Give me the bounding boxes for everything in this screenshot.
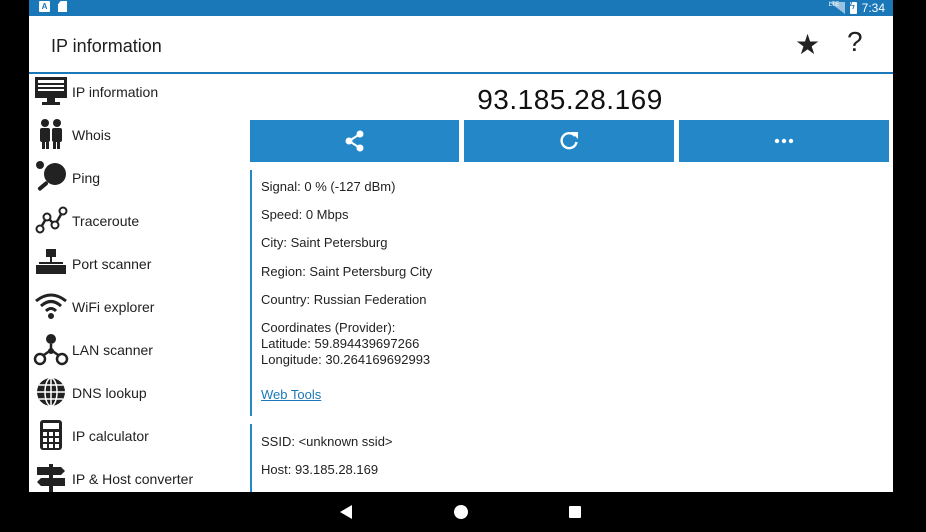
status-bar: A LTE 7:34 [29, 0, 893, 16]
host-text: Host: 93.185.28.169 [261, 462, 379, 477]
ip-info-panel: Signal: 0 % (-127 dBm) Speed: 0 Mbps Cit… [250, 170, 893, 416]
sidebar-item-dns-lookup[interactable]: DNS lookup [29, 375, 247, 418]
refresh-button[interactable] [464, 120, 674, 162]
back-icon[interactable] [340, 505, 352, 519]
coordinates-title: Coordinates (Provider): [261, 320, 396, 335]
sidebar-item-label: Ping [72, 170, 101, 186]
sidebar: IP information Whois Ping Traceroute Por… [29, 74, 247, 492]
network-tree-icon [36, 249, 66, 274]
signal-text: Signal: 0 % (-127 dBm) [261, 179, 396, 194]
monitor-icon [35, 77, 67, 105]
recent-apps-icon[interactable] [569, 506, 581, 518]
sidebar-item-label: Whois [72, 127, 111, 143]
sidebar-item-label: DNS lookup [72, 385, 147, 401]
country-text: Country: Russian Federation [261, 292, 427, 307]
sidebar-item-label: Port scanner [72, 256, 152, 272]
region-text: Region: Saint Petersburg City [261, 264, 433, 279]
more-button[interactable] [679, 120, 889, 162]
longitude-text: Longitude: 30.264169692993 [261, 352, 431, 367]
sidebar-item-label: WiFi explorer [72, 299, 155, 315]
network-info-panel: SSID: <unknown ssid> Host: 93.185.28.169 [250, 424, 893, 492]
share-icon [345, 130, 363, 152]
share-button[interactable] [250, 120, 459, 162]
star-icon[interactable]: ★ [795, 28, 820, 61]
latitude-text: Latitude: 59.894439697266 [261, 336, 420, 351]
battery-charging-icon [849, 1, 857, 14]
page-title: IP information [51, 36, 162, 56]
more-icon [774, 138, 794, 144]
app-notification-icon: A [39, 1, 50, 12]
globe-icon [37, 377, 65, 407]
sidebar-item-port-scanner[interactable]: Port scanner [29, 246, 247, 289]
sidebar-item-lan-scanner[interactable]: LAN scanner [29, 332, 247, 375]
city-text: City: Saint Petersburg [261, 235, 388, 250]
sidebar-item-whois[interactable]: Whois [29, 117, 247, 160]
web-tools-link[interactable]: Web Tools [261, 387, 321, 402]
sidebar-item-label: IP & Host converter [72, 471, 194, 487]
speed-text: Speed: 0 Mbps [261, 207, 349, 222]
ip-address: 93.185.28.169 [477, 84, 663, 115]
signal-icon: LTE [828, 2, 845, 14]
home-icon[interactable] [454, 505, 468, 519]
sidebar-item-wifi-explorer[interactable]: WiFi explorer [29, 289, 247, 332]
calculator-icon [40, 420, 62, 450]
sidebar-item-label: Traceroute [72, 213, 140, 229]
clock: 7:34 [861, 1, 885, 15]
sidebar-item-ip-information[interactable]: IP information [29, 74, 247, 117]
app-screen: A LTE 7:34 IP information ★ ? IP informa… [29, 0, 893, 532]
refresh-icon [560, 131, 578, 150]
sidebar-item-ip-host-converter[interactable]: IP & Host converter [29, 461, 247, 492]
ping-pong-icon [36, 161, 66, 191]
navigation-bar [0, 492, 926, 532]
sidebar-item-ip-calculator[interactable]: IP calculator [29, 418, 247, 461]
people-icon [40, 119, 62, 149]
sidebar-item-label: IP information [72, 84, 159, 100]
main-content: 93.185.28.169 Signal: 0 % (-127 dBm) Spe… [247, 74, 893, 492]
ssid-text: SSID: <unknown ssid> [261, 434, 393, 449]
help-icon[interactable]: ? [847, 26, 863, 58]
sidebar-item-label: IP calculator [72, 428, 149, 444]
app-bar: IP information ★ ? [29, 16, 893, 74]
sd-card-icon [58, 1, 67, 12]
signpost-icon [37, 464, 65, 492]
sidebar-item-label: LAN scanner [72, 342, 153, 358]
wifi-icon [35, 293, 67, 319]
lan-icon [33, 334, 69, 366]
sidebar-item-ping[interactable]: Ping [29, 160, 247, 203]
sidebar-item-traceroute[interactable]: Traceroute [29, 203, 247, 246]
traceroute-icon [35, 206, 68, 234]
